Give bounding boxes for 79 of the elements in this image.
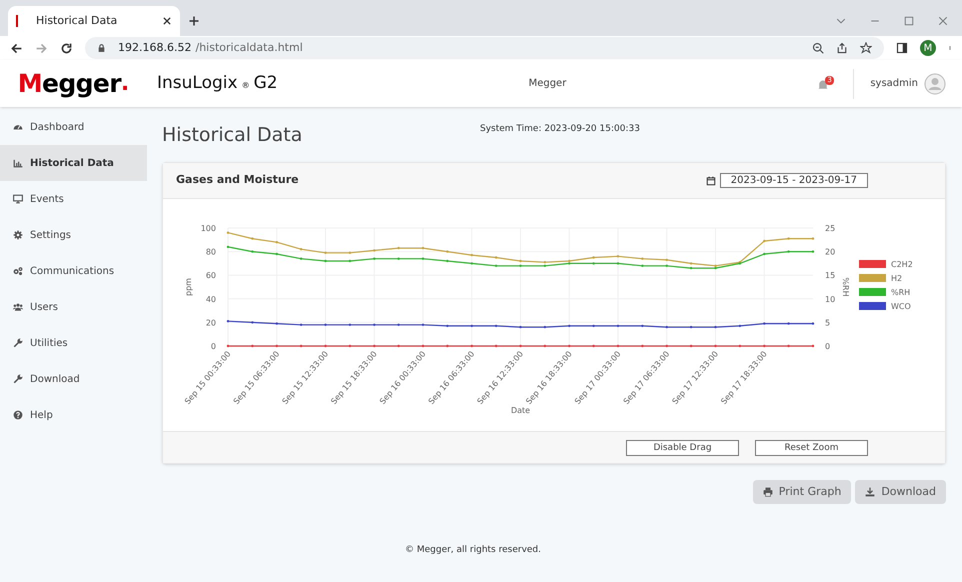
back-arrow-icon: [10, 42, 23, 54]
calendar-icon: [706, 176, 716, 186]
maximize-icon: [904, 16, 914, 26]
y-tick-label: 20: [206, 318, 216, 328]
sidebar-item[interactable]: Help: [0, 397, 147, 433]
y2-tick-label: 10: [825, 294, 836, 304]
legend-label[interactable]: C2H2: [891, 260, 913, 269]
close-icon: [938, 16, 948, 26]
legend-label[interactable]: H2: [891, 274, 902, 283]
date-range-field[interactable]: 2023-09-15 - 2023-09-17: [720, 173, 868, 188]
reload-icon: [60, 42, 73, 54]
chart-button[interactable]: Reset Zoom: [755, 440, 868, 456]
action-button[interactable]: Print Graph: [752, 480, 852, 504]
user-avatar-icon[interactable]: [924, 72, 946, 94]
chevron-down-icon: [836, 16, 846, 26]
profile-avatar[interactable]: M: [920, 40, 936, 56]
address-bar[interactable]: 192.168.6.52 /historicaldata.html: [85, 37, 884, 59]
browser-tab[interactable]: Historical Data: [8, 6, 180, 36]
sidebar-item[interactable]: Settings: [0, 217, 147, 253]
tab-title: Historical Data: [36, 12, 118, 29]
y2-axis-title: %RH: [841, 277, 850, 297]
gears-icon: [13, 266, 23, 276]
share-icon: [836, 42, 848, 54]
sidebar-item[interactable]: Download: [0, 361, 147, 397]
sidebar-item[interactable]: Communications: [0, 253, 147, 289]
system-time: System Time: 2023-09-20 15:00:33: [480, 122, 640, 136]
sidebar-item[interactable]: Events: [0, 181, 147, 217]
y2-tick-label: 0: [825, 342, 830, 351]
new-tab-icon: [188, 15, 200, 27]
y-axis-title: ppm: [184, 278, 193, 296]
star-icon: [860, 42, 872, 54]
sidebar-item[interactable]: Dashboard: [0, 109, 147, 145]
product-name: InsuLogix ® G2: [157, 72, 278, 95]
monitor-icon: [13, 194, 23, 204]
y2-tick-label: 15: [825, 271, 836, 280]
lock-icon: [97, 43, 106, 53]
y2-tick-label: 20: [825, 248, 836, 257]
chart-button[interactable]: Disable Drag: [626, 440, 739, 456]
users-icon: [13, 302, 23, 312]
action-button[interactable]: Download: [855, 480, 946, 504]
sidebar-item[interactable]: Utilities: [0, 325, 147, 361]
y2-tick-label: 25: [825, 224, 836, 233]
side-panel-icon: [896, 42, 908, 54]
logo-dot: .: [120, 70, 130, 96]
legend-label[interactable]: WCO: [891, 302, 911, 311]
header-label: Megger: [528, 77, 568, 91]
url-host: 192.168.6.52: [118, 40, 192, 56]
zoom-icon: [812, 42, 824, 54]
y-tick-label: 60: [206, 271, 216, 280]
y-tick-label: 100: [200, 224, 216, 233]
gauge-icon: [13, 122, 23, 132]
wrench-icon: [13, 338, 23, 348]
url-path: /historicaldata.html: [195, 40, 303, 56]
username[interactable]: sysadmin: [870, 76, 918, 91]
bell-icon: [817, 78, 830, 90]
logo-text: Megger: [18, 68, 121, 100]
sidebar-item[interactable]: Historical Data: [0, 145, 147, 181]
page-title: Historical Data: [162, 123, 304, 148]
y-tick-label: 0: [210, 342, 216, 351]
wrench-icon: [13, 374, 23, 384]
legend-swatch[interactable]: [859, 274, 886, 282]
chart-icon: [13, 158, 23, 168]
footer-text: © Megger, all rights reserved.: [404, 544, 542, 557]
card-title: Gases and Moisture: [176, 172, 300, 188]
y-tick-label: 80: [206, 248, 216, 257]
close-icon: [162, 16, 172, 26]
x-axis-title: Date: [510, 406, 530, 415]
download-icon: [865, 487, 876, 497]
legend-swatch[interactable]: [859, 260, 886, 268]
legend-label[interactable]: %RH: [891, 288, 910, 297]
forward-arrow-icon: [35, 42, 48, 54]
legend-swatch[interactable]: [859, 288, 886, 296]
help-icon: [13, 410, 23, 420]
settings-icon: [13, 230, 23, 240]
y-tick-label: 40: [206, 294, 216, 304]
legend-swatch[interactable]: [859, 302, 886, 310]
sidebar-item[interactable]: Users: [0, 289, 147, 325]
printer-icon: [762, 487, 773, 497]
y2-tick-label: 5: [825, 318, 830, 328]
